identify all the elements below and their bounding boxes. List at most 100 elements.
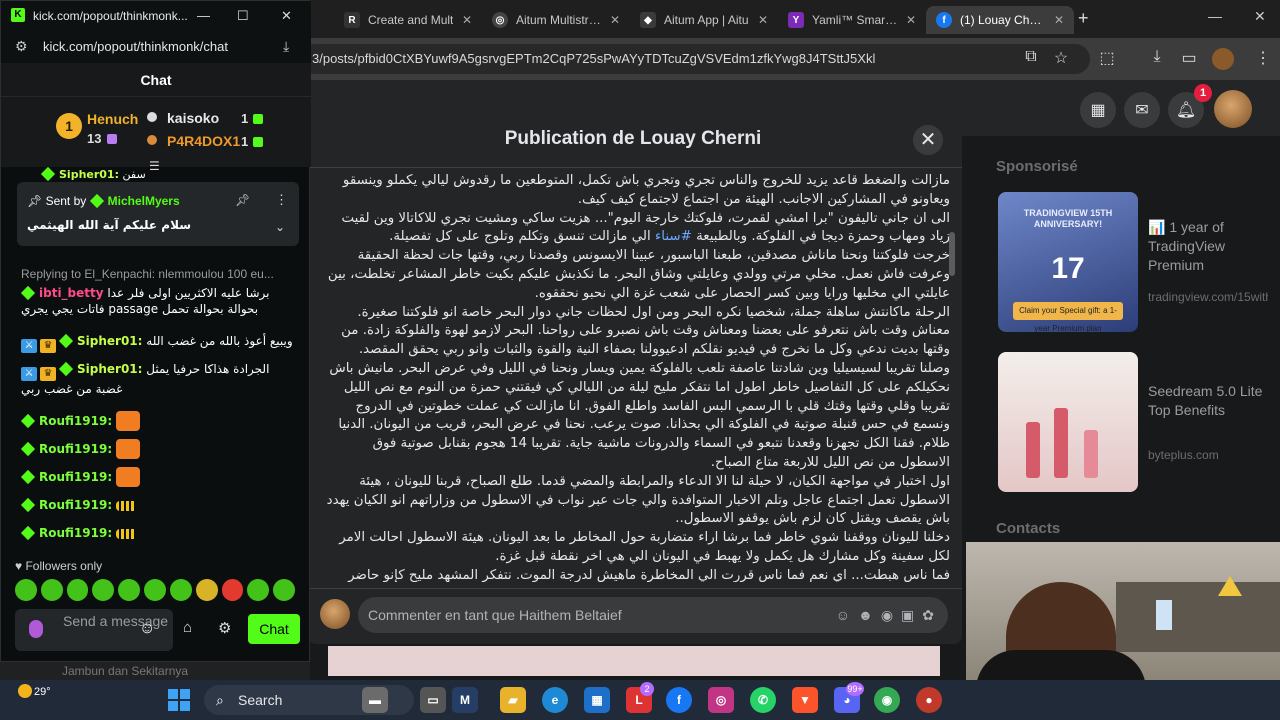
gift-leaderboard: 1 Henuch 13 kaisoko 1 P4R4DOX1 1 <box>1 97 311 167</box>
leaderboard-first-name[interactable]: Henuch <box>87 111 138 127</box>
messenger-icon[interactable]: ✉ <box>1124 92 1160 128</box>
camera-icon[interactable]: ◉ <box>881 597 893 633</box>
leaderboard-name[interactable]: P4R4DOX1 <box>167 133 240 149</box>
store-icon[interactable]: ⌂ <box>183 619 192 636</box>
comment-input[interactable]: Commenter en tant que Haithem Beltaief ☺… <box>358 597 948 633</box>
pinned-username[interactable]: MichelMyers <box>108 194 180 208</box>
leaderboard-name[interactable]: kaisoko <box>167 110 219 126</box>
file-explorer-icon[interactable]: ▰ <box>500 687 526 713</box>
moderator-badge-icon: ⚔ <box>21 367 37 381</box>
sun-icon <box>18 684 32 698</box>
emote-icon[interactable] <box>221 579 244 601</box>
chat-username[interactable]: Sipher01: <box>59 168 119 181</box>
sticker-icon[interactable]: ✿ <box>922 597 934 633</box>
facebook-app-icon[interactable]: f <box>666 687 692 713</box>
chat-input[interactable]: Send a message ☺ <box>15 609 173 651</box>
close-icon[interactable]: ✕ <box>281 8 292 24</box>
chevron-down-icon[interactable]: ⌄ <box>275 220 285 234</box>
tab-facebook-louay-cherni[interactable]: f (1) Louay Cherni ✕ <box>926 6 1074 34</box>
whatsapp-icon[interactable]: ✆ <box>750 687 776 713</box>
address-bar[interactable]: 3/posts/pfbid0CtXBYuwf9A5gsrvgEPTm2CqP72… <box>300 44 1090 74</box>
brave-icon[interactable]: ▼ <box>792 687 818 713</box>
start-button[interactable] <box>168 689 190 711</box>
ad-title-seedream[interactable]: Seedream 5.0 Lite Top Benefits <box>1148 382 1268 420</box>
chat-username[interactable]: Sipher01: <box>77 334 142 348</box>
close-icon[interactable]: ✕ <box>758 13 768 27</box>
close-icon[interactable]: ✕ <box>1054 13 1064 27</box>
bookmark-star-icon[interactable]: ☆ <box>1050 48 1072 70</box>
popout-url[interactable]: kick.com/popout/thinkmonk/chat <box>43 39 228 54</box>
emote-icon[interactable] <box>195 579 218 601</box>
microsoft-365-icon[interactable]: M <box>452 687 478 713</box>
chat-header: Chat <box>1 63 311 97</box>
close-icon[interactable]: ✕ <box>906 13 916 27</box>
minimize-icon[interactable]: — <box>1208 8 1222 24</box>
tab-aitum-multistream[interactable]: ◎ Aitum Multistrea ✕ <box>482 6 630 34</box>
chat-username[interactable]: ibti_betty <box>39 286 104 300</box>
download-icon[interactable]: ⤓ <box>283 38 289 55</box>
instagram-icon[interactable]: ◎ <box>708 687 734 713</box>
cat-emote-icon <box>116 439 141 459</box>
more-menu-icon[interactable]: ⋮ <box>1252 48 1274 70</box>
tab-aitum-app[interactable]: ◆ Aitum App | Aitu ✕ <box>630 6 778 34</box>
settings-gear-icon[interactable]: ⚙ <box>218 619 231 637</box>
emote-icon[interactable] <box>66 579 89 601</box>
emote-icon[interactable] <box>118 579 141 601</box>
profile-avatar-icon[interactable] <box>1212 48 1234 70</box>
edge-icon[interactable]: e <box>542 687 568 713</box>
emote-icon[interactable] <box>247 579 270 601</box>
minimize-icon[interactable]: — <box>197 8 210 23</box>
record-app-icon[interactable]: ● <box>916 687 942 713</box>
chrome-icon[interactable]: ◉ <box>874 687 900 713</box>
close-window-icon[interactable]: ✕ <box>1254 8 1266 25</box>
emoji-icon[interactable]: ☻ <box>858 597 873 633</box>
partial-chat-message: Sipher01: سفن <box>40 166 317 183</box>
avatar-sticker-icon[interactable]: ☺ <box>836 597 850 633</box>
send-chat-button[interactable]: Chat <box>248 614 300 644</box>
install-app-icon[interactable]: ⧉ <box>1020 48 1042 70</box>
collapse-handle-icon[interactable]: ☰ <box>149 159 160 173</box>
weather-widget[interactable]: 29° <box>18 684 51 698</box>
app-grid-icon[interactable]: ▦ <box>584 687 610 713</box>
tab-yamli[interactable]: Y Yamli™ Smart Ar ✕ <box>778 6 926 34</box>
chat-username[interactable]: Roufi1919: <box>39 414 112 428</box>
followers-only-label: Followers only <box>25 559 103 573</box>
tab-create-and-mult[interactable]: R Create and Mult ✕ <box>334 6 482 34</box>
emoji-icon[interactable]: ☺ <box>139 620 155 638</box>
chat-username[interactable]: Roufi1919: <box>39 470 112 484</box>
site-settings-icon[interactable]: ⚙ <box>15 38 28 55</box>
emote-icon[interactable] <box>92 579 115 601</box>
chat-username[interactable]: Roufi1919: <box>39 442 112 456</box>
more-options-icon[interactable]: ⋮ <box>275 192 288 208</box>
modal-scrollbar[interactable] <box>949 232 955 276</box>
task-view-icon[interactable]: ▭ <box>420 687 446 713</box>
pinned-sender-line: 📌︎ Sent by MichelMyers <box>27 193 180 209</box>
hashtag-link[interactable]: #سناء <box>655 229 692 244</box>
menu-grid-icon[interactable]: ▦ <box>1080 92 1116 128</box>
extensions-icon[interactable]: ⬚ <box>1096 48 1118 70</box>
ad-domain-seedream: byteplus.com <box>1148 448 1219 462</box>
new-tab-button[interactable]: + <box>1078 8 1089 29</box>
microphone-icon[interactable] <box>29 620 43 638</box>
download-icon[interactable]: ⤓ <box>1146 48 1168 70</box>
chat-username[interactable]: Sipher01: <box>77 362 142 376</box>
maximize-icon[interactable]: ☐ <box>237 8 249 24</box>
emote-icon[interactable] <box>169 579 192 601</box>
ad-title-tradingview[interactable]: 📊 1 year of TradingView Premium <box>1148 218 1268 275</box>
emote-icon[interactable] <box>40 579 63 601</box>
search-highlight-icon[interactable]: ▬ <box>362 687 388 713</box>
close-icon[interactable]: ✕ <box>913 125 943 155</box>
close-icon[interactable]: ✕ <box>610 13 620 27</box>
ad-image-tradingview[interactable]: TRADINGVIEW 15TH ANNIVERSARY! 17 Claim y… <box>998 192 1138 332</box>
close-icon[interactable]: ✕ <box>462 13 472 27</box>
gif-icon[interactable]: ▣ <box>901 597 914 633</box>
chat-username[interactable]: Roufi1919: <box>39 498 112 512</box>
account-avatar[interactable] <box>1214 90 1252 128</box>
pin-icon[interactable]: 📌︎ <box>235 193 250 207</box>
emote-icon[interactable] <box>15 579 37 601</box>
split-view-icon[interactable]: ▭ <box>1178 48 1200 70</box>
emote-icon[interactable] <box>144 579 166 601</box>
ad-image-seedream[interactable] <box>998 352 1138 492</box>
emote-icon[interactable] <box>273 579 295 601</box>
chat-username[interactable]: Roufi1919: <box>39 526 112 540</box>
